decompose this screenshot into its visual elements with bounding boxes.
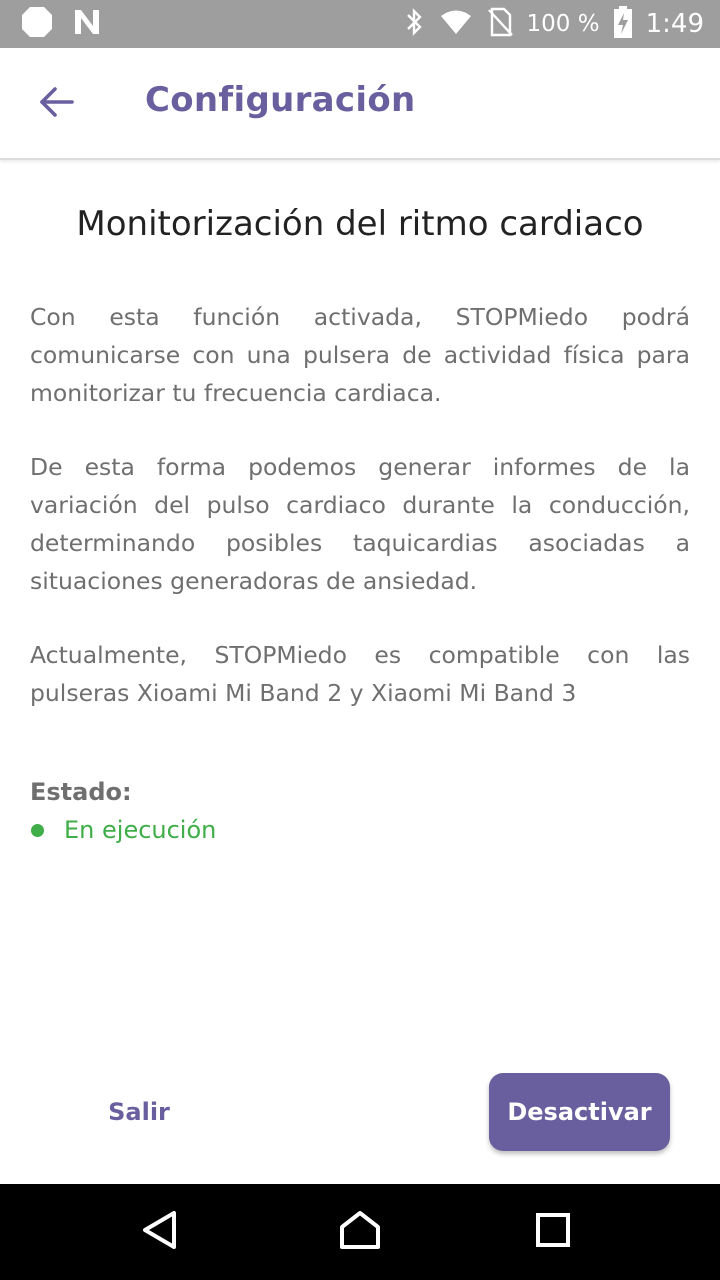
main-content: Monitorización del ritmo cardiaco Con es… [30,160,690,848]
wifi-icon [439,8,473,40]
nav-back-button[interactable] [130,1202,190,1262]
nav-recents-button[interactable] [523,1202,583,1262]
app-bar: Configuración [0,48,720,160]
status-bar-notifications [0,5,102,43]
n-notification-icon [72,7,102,41]
status-bar: 100 % 1:49 [0,0,720,48]
navigation-bar [0,1184,720,1280]
no-sim-icon [487,7,513,41]
arrow-back-icon [38,86,74,122]
status-label: Estado: [30,778,132,806]
nav-home-icon [338,1209,382,1255]
status-bar-system: 100 % 1:49 [405,6,720,42]
nav-recents-icon [535,1212,571,1252]
description-paragraph: Con esta función activada, STOPMiedo pod… [30,303,690,407]
circle-notification-icon [20,5,54,43]
page-title: Configuración [145,80,416,120]
bluetooth-icon [405,7,425,41]
battery-charging-icon [613,6,632,42]
description-paragraph: De esta forma podemos generar informes d… [30,453,690,595]
back-button[interactable] [26,74,86,134]
compatibility-paragraph: Actualmente, STOPMiedo es compatible con… [30,641,690,707]
exit-button[interactable]: Salir [96,1088,182,1136]
status-dot-icon [31,823,44,837]
battery-percentage: 100 % [526,11,600,37]
section-heading: Monitorización del ritmo cardiaco [76,204,644,244]
status-value: En ejecución [64,816,217,844]
deactivate-button[interactable]: Desactivar [489,1073,670,1151]
nav-home-button[interactable] [330,1202,390,1262]
clock: 1:49 [645,9,704,39]
status-indicator: En ejecución [30,812,690,848]
nav-back-icon [140,1209,180,1255]
